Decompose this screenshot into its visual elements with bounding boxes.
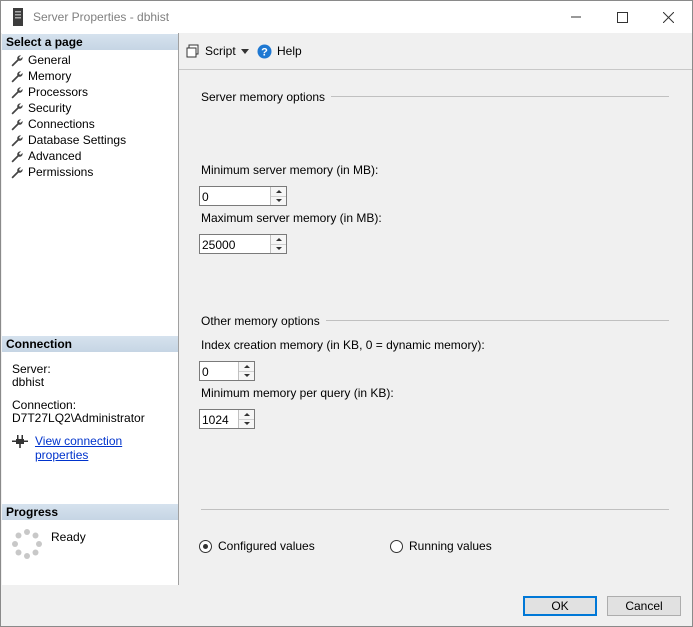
progress-spinner-icon [12,529,42,559]
page-item-label: Advanced [28,149,82,163]
page-item-label: Processors [28,85,89,99]
page-item-security[interactable]: Security [10,100,71,116]
up-arrow-icon [243,364,250,368]
script-dropdown-chevron-icon[interactable] [241,49,249,54]
select-page-header: Select a page [2,34,178,50]
radio-circle [199,539,212,553]
page-item-permissions[interactable]: Permissions [10,164,93,180]
script-label: Script [205,44,236,58]
min-memory-stepper[interactable] [199,186,287,206]
server-memory-group-title: Server memory options [201,90,332,104]
title-bar: Server Properties - dbhist [1,1,692,33]
decrement-button[interactable] [239,418,254,428]
svg-text:?: ? [261,46,268,58]
close-icon [662,11,674,23]
wrench-icon [11,86,23,98]
page-item-processors[interactable]: Processors [10,84,88,100]
wrench-icon [11,150,23,162]
increment-button[interactable] [271,187,286,196]
help-button[interactable]: ? Help [257,43,302,59]
script-button[interactable]: Script [186,43,236,59]
running-values-label: Running values [409,539,492,553]
decrement-button[interactable] [239,370,254,380]
other-memory-group-title: Other memory options [201,314,326,328]
min-query-memory-stepper[interactable] [199,409,255,429]
connection-header: Connection [2,336,178,352]
page-item-advanced[interactable]: Advanced [10,148,81,164]
up-arrow-icon [275,237,282,241]
decrement-button[interactable] [271,195,286,205]
stepper-arrows [238,410,254,428]
index-memory-stepper[interactable] [199,361,255,381]
decrement-button[interactable] [271,243,286,253]
wrench-icon [11,70,23,82]
increment-button[interactable] [271,235,286,244]
memory-page-content: Server memory options Minimum server mem… [179,70,692,585]
cancel-button[interactable]: Cancel [607,596,681,616]
min-query-memory-input[interactable] [200,410,240,428]
wrench-icon [11,166,23,178]
min-memory-input[interactable] [200,187,272,205]
increment-button[interactable] [239,410,254,419]
server-properties-dialog: Server Properties - dbhist Select a page… [0,0,693,627]
page-item-general[interactable]: General [10,52,71,68]
connection-value: D7T27LQ2\Administrator [12,411,145,425]
help-icon: ? [257,44,272,58]
server-value: dbhist [12,375,45,389]
close-button[interactable] [645,1,691,33]
configured-values-radio[interactable]: Configured values [199,539,315,553]
page-item-label: General [28,53,71,67]
increment-button[interactable] [239,362,254,371]
connection-label: Connection: [12,398,77,412]
page-item-connections[interactable]: Connections [10,116,95,132]
minimize-icon [571,16,581,18]
max-memory-input[interactable] [200,235,272,253]
minimize-button[interactable] [553,1,599,33]
wrench-icon [11,134,23,146]
page-item-label: Memory [28,69,72,83]
server-label: Server: [12,362,51,376]
page-item-label: Connections [28,117,95,131]
page-item-label: Security [28,101,72,115]
view-connection-properties-link[interactable]: View connection properties [35,434,178,462]
min-query-memory-label: Minimum memory per query (in KB): [201,386,394,400]
max-memory-stepper[interactable] [199,234,287,254]
min-memory-label: Minimum server memory (in MB): [201,163,379,177]
stepper-arrows [270,235,286,253]
up-arrow-icon [243,412,250,416]
wrench-icon [11,118,23,130]
index-memory-label: Index creation memory (in KB, 0 = dynami… [201,338,485,352]
wrench-icon [11,54,23,66]
max-memory-label: Maximum server memory (in MB): [201,211,382,225]
down-arrow-icon [275,247,282,251]
index-memory-input[interactable] [200,362,240,380]
down-arrow-icon [243,422,250,426]
radio-circle [390,539,403,553]
values-divider [201,509,669,510]
running-values-radio[interactable]: Running values [390,539,492,553]
progress-header: Progress [2,504,178,520]
stepper-arrows [238,362,254,380]
page-item-database-settings[interactable]: Database Settings [10,132,126,148]
down-arrow-icon [275,199,282,203]
maximize-icon [616,11,628,23]
configured-values-label: Configured values [218,539,315,553]
progress-status: Ready [51,530,86,544]
help-label: Help [277,44,302,58]
wrench-icon [11,102,23,114]
left-pane: Select a page General Memory Processors … [2,33,179,585]
page-item-label: Permissions [28,165,94,179]
page-item-label: Database Settings [28,133,127,147]
script-icon [186,44,199,58]
page-item-memory[interactable]: Memory [10,68,71,84]
plug-icon [12,435,28,448]
toolbar: Script ? Help [179,33,692,70]
maximize-button[interactable] [599,1,645,33]
ok-button[interactable]: OK [523,596,597,616]
up-arrow-icon [275,189,282,193]
window-title: Server Properties - dbhist [33,10,170,24]
down-arrow-icon [243,374,250,378]
server-app-icon [13,8,23,26]
stepper-arrows [270,187,286,205]
